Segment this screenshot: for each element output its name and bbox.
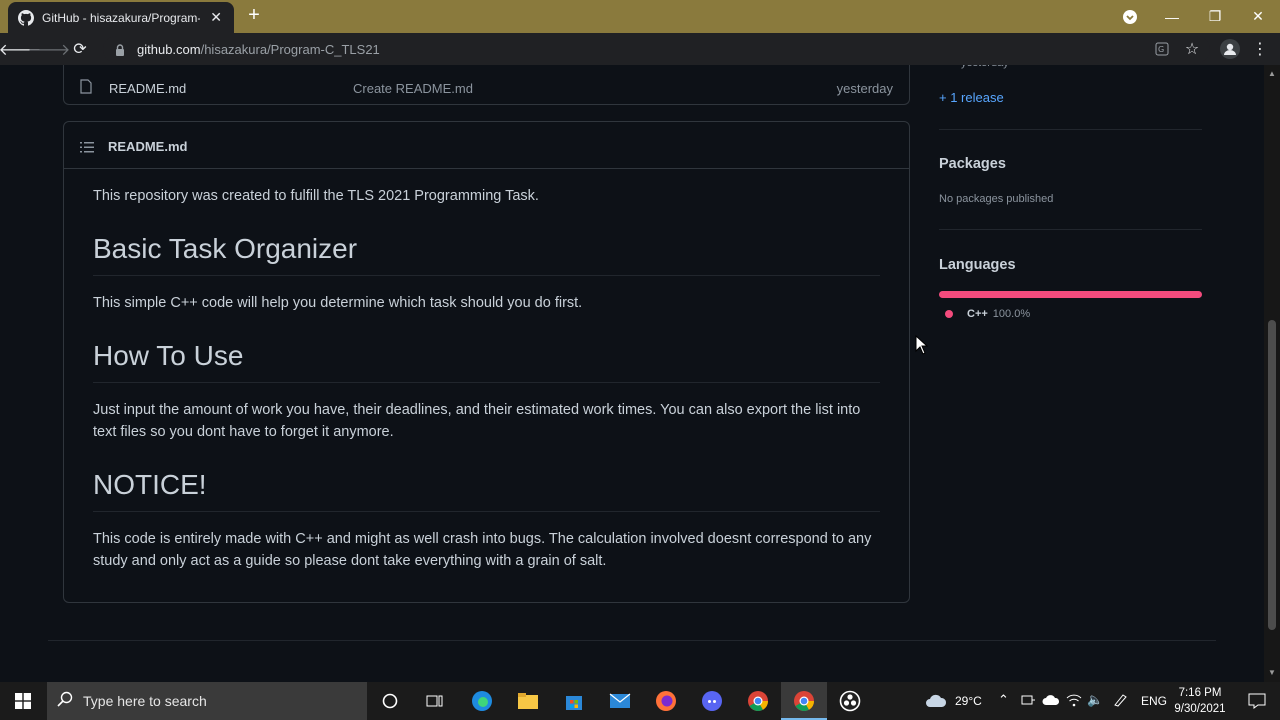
- search-placeholder: Type here to search: [83, 693, 207, 709]
- heading-basic-task-organizer: Basic Task Organizer: [93, 233, 880, 276]
- heading-notice: NOTICE!: [93, 469, 880, 512]
- language-item[interactable]: C++ 100.0%: [945, 308, 1030, 320]
- weather-cloud-icon[interactable]: [914, 682, 958, 720]
- clock-time: 7:16 PM: [1178, 687, 1222, 699]
- tab-close-icon[interactable]: ✕: [208, 9, 224, 26]
- firefox-icon[interactable]: [643, 682, 689, 720]
- address-bar[interactable]: github.com/hisazakura/Program-C_TLS21: [103, 36, 1210, 63]
- forward-button[interactable]: 🡒: [28, 37, 71, 61]
- language-color-dot: [945, 310, 953, 318]
- network-adapter-icon[interactable]: [1020, 693, 1036, 710]
- chrome-icon[interactable]: [735, 682, 781, 720]
- tab-title: GitHub - hisazakura/Program-C_: [42, 10, 201, 25]
- packages-heading[interactable]: Packages: [939, 156, 1006, 172]
- mouse-cursor-icon: [915, 335, 929, 355]
- notifications-icon[interactable]: [1234, 682, 1280, 720]
- readme-header: README.md: [64, 122, 909, 169]
- restore-button[interactable]: ❐: [1193, 0, 1237, 33]
- reload-button[interactable]: ⟳: [68, 37, 92, 61]
- file-explorer-icon[interactable]: [505, 682, 551, 720]
- browser-titlebar: GitHub - hisazakura/Program-C_ ✕ + — ❐ ✕: [0, 0, 1280, 33]
- cortana-icon[interactable]: [367, 682, 413, 720]
- readme-box: README.md This repository was created to…: [63, 121, 910, 603]
- heading-how-to-use: How To Use: [93, 340, 880, 383]
- sidebar-divider: [939, 229, 1202, 230]
- toc-list-icon[interactable]: [80, 140, 94, 153]
- taskbar-clock[interactable]: 7:16 PM 9/30/2021: [1168, 685, 1232, 717]
- onedrive-icon[interactable]: [1042, 694, 1060, 709]
- file-icon: [80, 79, 94, 95]
- profile-icon[interactable]: [1218, 37, 1242, 61]
- mail-icon[interactable]: [597, 682, 643, 720]
- url-text: github.com/hisazakura/Program-C_TLS21: [137, 42, 380, 57]
- scroll-down-icon[interactable]: ▼: [1268, 668, 1276, 677]
- file-name-link[interactable]: README.md: [109, 81, 186, 96]
- commit-message-link[interactable]: Create README.md: [353, 81, 473, 96]
- minimize-button[interactable]: —: [1150, 0, 1194, 33]
- browser-toolbar: 🡐 🡒 ⟳ github.com/hisazakura/Program-C_TL…: [0, 33, 1280, 65]
- language-bar: [939, 291, 1202, 298]
- release-time: yesterday: [961, 65, 1009, 69]
- chrome-active-icon[interactable]: [781, 682, 827, 720]
- github-icon: [18, 9, 34, 26]
- windows-taskbar: Type here to search 29°C ⌃ 🔈 ENG 7:16 PM…: [0, 682, 1280, 720]
- scrollbar-thumb[interactable]: [1268, 320, 1276, 630]
- volume-icon[interactable]: 🔈: [1087, 692, 1103, 708]
- file-row[interactable]: README.md Create README.md yesterday: [63, 65, 910, 105]
- languages-heading: Languages: [939, 257, 1016, 273]
- scroll-up-icon[interactable]: ▲: [1268, 69, 1276, 78]
- close-window-button[interactable]: ✕: [1236, 0, 1280, 33]
- task-view-icon[interactable]: [412, 682, 458, 720]
- input-language[interactable]: ENG: [1141, 694, 1167, 708]
- weather-temperature[interactable]: 29°C: [955, 694, 982, 708]
- pen-workspace-icon[interactable]: [1113, 693, 1129, 710]
- discord-icon[interactable]: [689, 682, 735, 720]
- language-name: C++: [967, 308, 988, 320]
- lock-icon: [115, 43, 129, 57]
- language-percent: 100.0%: [992, 308, 1031, 320]
- packages-note: No packages published: [939, 193, 1054, 205]
- taskbar-search-box[interactable]: Type here to search: [47, 682, 367, 720]
- menu-kebab-icon[interactable]: ⋮: [1248, 37, 1272, 61]
- translate-icon[interactable]: G: [1150, 37, 1174, 61]
- obs-icon[interactable]: [827, 682, 873, 720]
- paragraph-1: This simple C++ code will help you deter…: [93, 295, 583, 311]
- paragraph-3: This code is entirely made with C++ and …: [93, 531, 872, 569]
- releases-link[interactable]: + 1 release: [939, 90, 1004, 105]
- edge-icon[interactable]: [459, 682, 505, 720]
- tray-chevron-icon[interactable]: ⌃: [998, 692, 1009, 708]
- wifi-icon[interactable]: [1066, 693, 1082, 710]
- readme-title: README.md: [108, 139, 188, 154]
- clock-date: 9/30/2021: [1174, 703, 1226, 715]
- commit-time: yesterday: [836, 81, 893, 96]
- readme-body: This repository was created to fulfill t…: [93, 169, 880, 572]
- sidebar-divider: [939, 129, 1202, 130]
- github-page: README.md Create README.md yesterday REA…: [0, 65, 1264, 682]
- tab-search-icon[interactable]: [1108, 0, 1152, 33]
- intro-paragraph: This repository was created to fulfill t…: [93, 188, 539, 204]
- bookmark-star-icon[interactable]: ☆: [1180, 37, 1204, 61]
- page-scrollbar[interactable]: ▲ ▼: [1264, 65, 1280, 682]
- paragraph-2: Just input the amount of work you have, …: [93, 402, 861, 440]
- new-tab-button[interactable]: +: [244, 5, 264, 26]
- microsoft-store-icon[interactable]: [551, 682, 597, 720]
- search-icon: [57, 691, 73, 712]
- svg-text:G: G: [1158, 45, 1164, 54]
- footer-divider: [48, 640, 1216, 641]
- windows-start-icon[interactable]: [0, 682, 46, 720]
- browser-tab[interactable]: GitHub - hisazakura/Program-C_ ✕: [8, 2, 234, 33]
